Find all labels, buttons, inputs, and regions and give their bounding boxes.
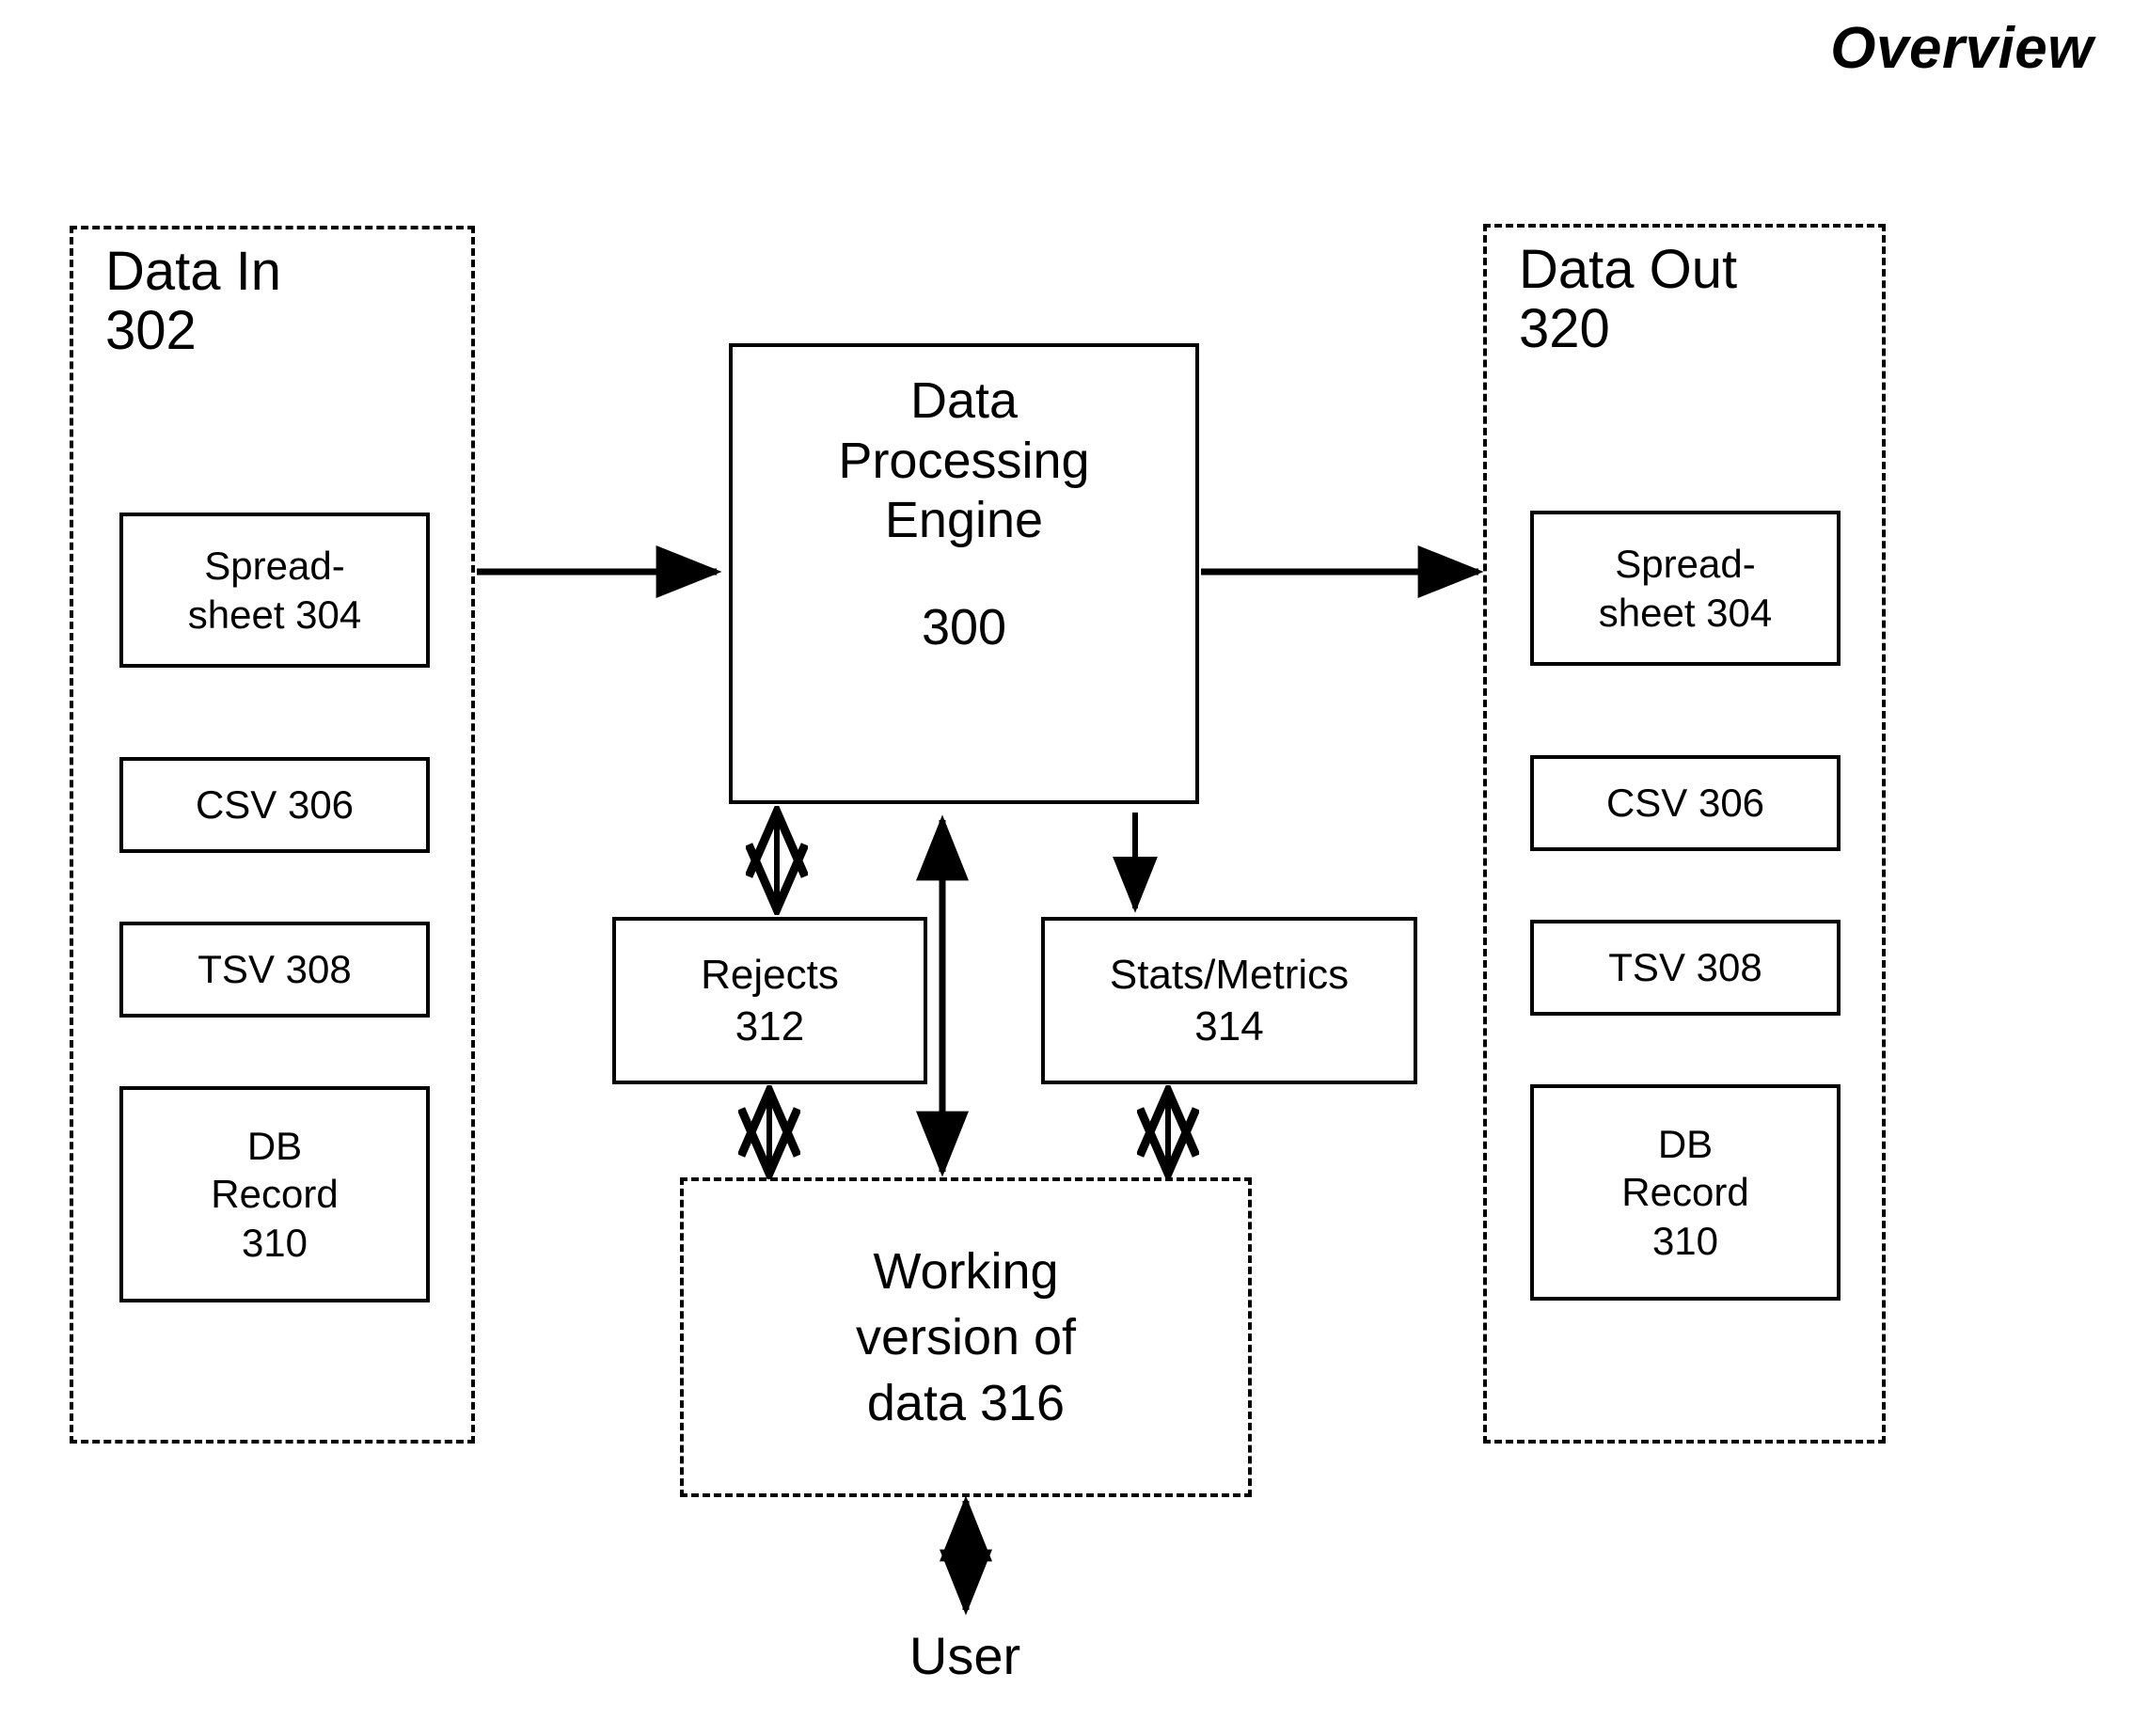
data-out-item-csv[interactable]: CSV 306: [1530, 755, 1841, 851]
data-out-item-db-record[interactable]: DB Record 310: [1530, 1084, 1841, 1301]
figure-title: Overview: [1830, 16, 2094, 81]
data-out-item-tsv[interactable]: TSV 308: [1530, 920, 1841, 1016]
rejects-node[interactable]: Rejects 312: [612, 917, 927, 1084]
stats-metrics-node[interactable]: Stats/Metrics 314: [1041, 917, 1417, 1084]
working-version-node[interactable]: Working version of data 316: [680, 1177, 1252, 1497]
engine-name-label: Data Processing Engine: [838, 372, 1090, 549]
data-processing-engine-node[interactable]: Data Processing Engine 300: [729, 343, 1199, 804]
data-in-item-csv[interactable]: CSV 306: [119, 757, 430, 853]
data-in-item-spreadsheet[interactable]: Spread- sheet 304: [119, 513, 430, 668]
data-in-title: Data In 302: [105, 241, 281, 361]
figure-canvas: Overview Data In 302 Spread- sheet 304 C…: [0, 0, 2133, 1736]
data-out-item-spreadsheet[interactable]: Spread- sheet 304: [1530, 511, 1841, 666]
engine-number-label: 300: [921, 599, 1007, 656]
data-in-item-db-record[interactable]: DB Record 310: [119, 1086, 430, 1302]
data-out-title: Data Out 320: [1519, 239, 1738, 359]
data-in-item-tsv[interactable]: TSV 308: [119, 922, 430, 1018]
user-label: User: [908, 1626, 1021, 1685]
